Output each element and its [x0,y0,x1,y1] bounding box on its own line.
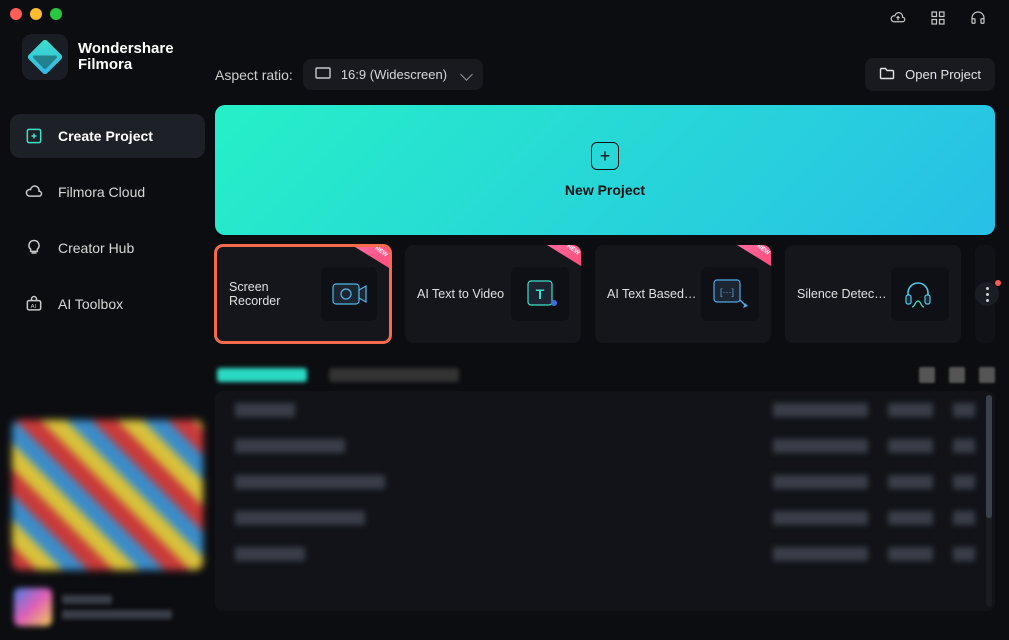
svg-text:AI: AI [31,304,37,310]
account-block[interactable] [12,584,203,630]
plus-square-icon [24,126,44,146]
sidebar-bottom [10,420,205,630]
new-badge-icon [547,245,581,266]
headphones-wave-icon [891,267,949,321]
svg-text:T: T [536,286,545,302]
brand-line1: Wondershare [78,41,174,58]
brand-line2: Filmora [78,57,174,74]
avatar [14,588,52,626]
main-area: Aspect ratio: 16:9 (Widescreen) Open Pro… [215,0,1009,640]
cloud-upload-icon[interactable] [889,9,907,27]
aspect-row: Aspect ratio: 16:9 (Widescreen) Open Pro… [215,28,995,105]
feature-cards-row: Screen Recorder AI Text to Video T AI Te… [215,245,995,343]
table-row[interactable] [235,475,975,489]
logo-text: Wondershare Filmora [78,41,174,74]
table-row[interactable] [235,511,975,525]
new-badge-icon [355,247,389,268]
projects-list [215,391,995,611]
chevron-down-icon [460,68,473,81]
topbar [215,0,995,28]
sort-icon[interactable] [919,367,935,383]
projects-tab-other[interactable] [329,368,459,382]
feature-card-silence-detection[interactable]: Silence Detection [785,245,961,343]
notification-dot-icon [995,280,1001,286]
more-dots-icon [986,293,989,296]
window-minimize-icon[interactable] [30,8,42,20]
text-editing-icon: [···] [701,267,759,321]
sidebar-item-create-project[interactable]: Create Project [10,114,205,158]
sidebar-item-ai-toolbox[interactable]: AI AI Toolbox [10,282,205,326]
scrollbar-thumb[interactable] [986,395,992,518]
aspect-ratio-label: Aspect ratio: [215,67,293,83]
aspect-ratio-value: 16:9 (Widescreen) [341,67,447,82]
plus-icon: + [591,142,619,170]
monitor-icon [315,67,331,82]
table-row[interactable] [235,547,975,561]
sidebar-item-label: Create Project [58,128,153,144]
qr-grid-icon[interactable] [929,9,947,27]
sidebar-item-label: Creator Hub [58,240,134,256]
camera-icon [321,267,377,321]
account-info [62,595,172,619]
headset-icon[interactable] [969,9,987,27]
promo-card[interactable] [12,420,203,570]
app-logo: Wondershare Filmora [10,28,205,98]
sidebar: Wondershare Filmora Create Project Filmo… [0,0,215,640]
list-view-icon[interactable] [949,367,965,383]
toolbox-icon: AI [24,294,44,314]
scrollbar[interactable] [986,395,992,607]
window-close-icon[interactable] [10,8,22,20]
window-maximize-icon[interactable] [50,8,62,20]
projects-tabs [217,367,995,383]
table-row[interactable] [235,403,975,417]
text-t-icon: T [511,267,569,321]
feature-label: Silence Detection [797,287,887,301]
svg-text:[···]: [···] [720,287,734,297]
feature-card-screen-recorder[interactable]: Screen Recorder [215,245,391,343]
new-project-card[interactable]: + New Project [215,105,995,235]
open-project-button[interactable]: Open Project [865,58,995,91]
bulb-icon [24,238,44,258]
feature-label: AI Text to Video [417,287,504,301]
feature-card-ai-text-to-video[interactable]: AI Text to Video T [405,245,581,343]
sidebar-nav: Create Project Filmora Cloud Creator Hub… [10,114,205,326]
feature-card-ai-text-based-editing[interactable]: AI Text Based Editing [···] [595,245,771,343]
window-traffic-lights[interactable] [10,8,62,20]
feature-more-button[interactable] [975,282,999,306]
projects-tab-local[interactable] [217,368,307,382]
feature-label: Screen Recorder [229,280,321,308]
new-badge-icon [737,245,771,266]
sidebar-item-creator-hub[interactable]: Creator Hub [10,226,205,270]
new-project-label: New Project [565,182,645,198]
sidebar-item-label: Filmora Cloud [58,184,145,200]
aspect-ratio-select[interactable]: 16:9 (Widescreen) [303,59,483,90]
sidebar-item-label: AI Toolbox [58,296,123,312]
logo-mark-icon [22,34,68,80]
projects-view-icons [919,367,995,383]
feature-label: AI Text Based Editing [607,287,697,301]
table-row[interactable] [235,439,975,453]
sidebar-item-filmora-cloud[interactable]: Filmora Cloud [10,170,205,214]
folder-icon [879,66,895,83]
grid-view-icon[interactable] [979,367,995,383]
open-project-label: Open Project [905,67,981,82]
cloud-icon [24,182,44,202]
